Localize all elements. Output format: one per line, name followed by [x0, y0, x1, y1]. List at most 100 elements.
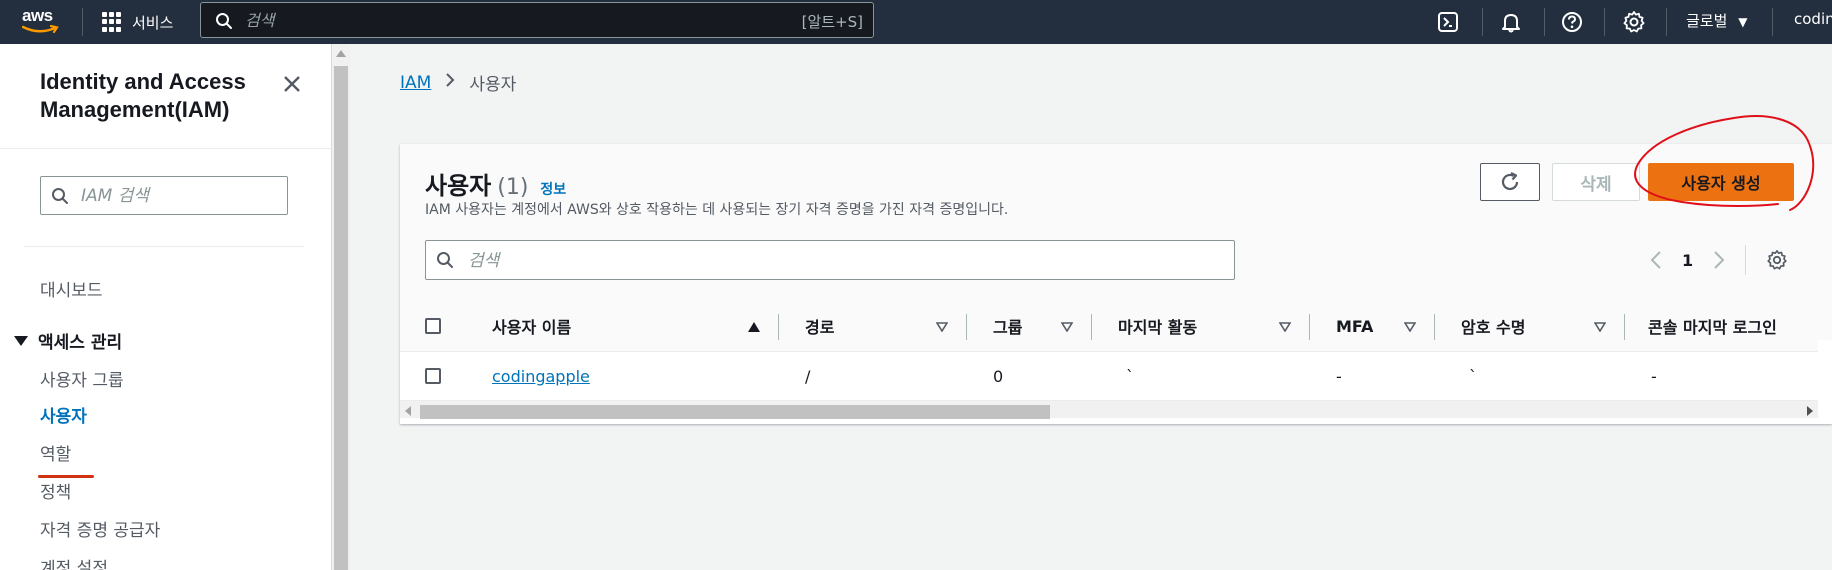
pager-divider [1745, 245, 1747, 275]
create-user-button[interactable]: 사용자 생성 [1648, 163, 1794, 201]
column-header-console-last-login[interactable]: 콘솔 마지막 로그인 [1648, 300, 1777, 352]
sidebar-scrollbar[interactable] [332, 44, 350, 570]
refresh-button[interactable] [1480, 163, 1540, 201]
chevron-right-icon [445, 72, 455, 93]
sidebar-item-policies[interactable]: 정책 [40, 478, 71, 503]
scrollbar-thumb[interactable] [334, 66, 348, 570]
panel-heading: 사용자 (1) 정보 [425, 166, 566, 201]
nav-divider [1772, 8, 1773, 36]
sidebar-divider [24, 246, 304, 247]
region-label: 글로벌 [1686, 12, 1728, 30]
pagination: 1 [1650, 244, 1788, 276]
password-age-cell: ` [1469, 366, 1477, 386]
nav-divider [1544, 8, 1545, 36]
table-row[interactable]: codingapple / 0 ` - ` - [400, 352, 1818, 400]
sort-icon[interactable] [1404, 322, 1416, 332]
nav-divider [82, 8, 83, 36]
caret-down-icon: ▼ [1738, 15, 1748, 29]
sort-icon[interactable] [936, 322, 948, 332]
nav-divider [1604, 8, 1605, 36]
bell-icon[interactable] [1497, 8, 1525, 36]
mfa-cell: - [1336, 366, 1342, 386]
path-cell: / [805, 366, 811, 386]
sidebar-search[interactable] [40, 176, 288, 215]
last-activity-cell: ` [1126, 366, 1134, 386]
scroll-up-icon[interactable] [336, 50, 346, 57]
sidebar-item-account-settings[interactable]: 계정 설정 [40, 554, 108, 570]
panel-title: 사용자 [425, 172, 492, 200]
page-number[interactable]: 1 [1682, 251, 1693, 270]
breadcrumb-current: 사용자 [469, 75, 517, 95]
sidebar-item-identity-providers[interactable]: 자격 증명 공급자 [40, 516, 160, 541]
column-divider[interactable] [1309, 314, 1310, 340]
info-link[interactable]: 정보 [540, 179, 566, 199]
column-header-password-age[interactable]: 암호 수명 [1461, 300, 1525, 352]
search-icon [216, 13, 232, 29]
aws-logo-text: aws [22, 6, 53, 25]
scroll-left-icon[interactable] [405, 406, 411, 416]
column-header-user-name[interactable]: 사용자 이름 [492, 300, 571, 352]
chevron-left-icon[interactable] [1650, 250, 1662, 270]
sidebar-item-roles[interactable]: 역할 [40, 440, 71, 465]
column-header-groups[interactable]: 그룹 [993, 300, 1022, 352]
close-icon[interactable] [282, 74, 302, 94]
aws-smile-icon [22, 25, 59, 34]
sidebar-divider [0, 148, 332, 149]
sidebar-title[interactable]: Identity and Access Management(IAM) [40, 68, 280, 124]
column-divider[interactable] [1624, 314, 1625, 340]
users-panel: 사용자 (1) 정보 IAM 사용자는 계정에서 AWS와 상호 작용하는 데 … [400, 144, 1832, 424]
account-menu[interactable]: codin [1794, 10, 1832, 28]
sort-icon[interactable] [1279, 322, 1291, 332]
search-shortcut: [알트+S] [801, 13, 863, 31]
grid-icon [102, 12, 122, 32]
scroll-right-icon[interactable] [1807, 406, 1813, 416]
refresh-icon [1501, 172, 1519, 191]
services-label: 서비스 [132, 13, 174, 32]
nav-divider [1482, 8, 1483, 36]
caret-down-icon [14, 335, 28, 346]
aws-logo[interactable]: aws [20, 6, 64, 36]
column-header-mfa[interactable]: MFA [1336, 300, 1373, 352]
cloudshell-icon[interactable] [1434, 8, 1462, 36]
help-icon[interactable] [1558, 8, 1586, 36]
table-header: 사용자 이름 경로 그룹 마지막 활동 MFA 암호 수명 콘솔 마지막 로그인 [400, 300, 1818, 352]
column-header-last-activity[interactable]: 마지막 활동 [1118, 300, 1197, 352]
column-divider[interactable] [1091, 314, 1092, 340]
groups-cell: 0 [993, 366, 1004, 386]
scrollbar-thumb[interactable] [420, 405, 1050, 419]
sidebar-search-input[interactable] [81, 184, 277, 208]
global-search-input[interactable] [245, 7, 765, 33]
user-name-link[interactable]: codingapple [492, 352, 590, 400]
column-divider[interactable] [966, 314, 967, 340]
gear-icon[interactable] [1620, 8, 1648, 36]
sidebar-section-label: 액세스 관리 [38, 333, 123, 353]
panel-description: IAM 사용자는 계정에서 AWS와 상호 작용하는 데 사용되는 장기 자격 … [425, 202, 1009, 218]
sort-icon[interactable] [1594, 322, 1606, 332]
sort-ascending-icon[interactable] [748, 322, 760, 332]
column-divider[interactable] [778, 314, 779, 340]
search-icon [437, 252, 453, 268]
chevron-right-icon[interactable] [1713, 250, 1725, 270]
sidebar-item-user-groups[interactable]: 사용자 그룹 [40, 366, 124, 391]
region-selector[interactable]: 글로벌 ▼ [1686, 10, 1747, 31]
top-navigation: aws 서비스 [알트+S] 글로벌 ▼ codin [0, 0, 1832, 44]
sidebar-item-users[interactable]: 사용자 [40, 402, 87, 427]
sidebar-item-dashboard[interactable]: 대시보드 [40, 276, 103, 301]
column-divider[interactable] [1434, 314, 1435, 340]
table-horizontal-scrollbar[interactable] [400, 400, 1818, 419]
table-search[interactable] [425, 240, 1235, 280]
sidebar-section-access-management[interactable]: 액세스 관리 [14, 328, 122, 353]
select-all-checkbox[interactable] [425, 318, 441, 334]
nav-divider [1666, 8, 1667, 36]
sort-icon[interactable] [1061, 322, 1073, 332]
table-search-input[interactable] [468, 249, 1208, 273]
column-header-path[interactable]: 경로 [805, 300, 834, 352]
breadcrumb: IAM 사용자 [400, 70, 517, 96]
global-search[interactable]: [알트+S] [200, 2, 874, 38]
sidebar: Identity and Access Management(IAM) 대시보드… [0, 44, 332, 570]
row-checkbox[interactable] [425, 368, 441, 384]
services-menu-button[interactable]: 서비스 [102, 8, 173, 36]
gear-icon[interactable] [1766, 249, 1788, 271]
delete-button[interactable]: 삭제 [1552, 163, 1640, 201]
breadcrumb-iam-link[interactable]: IAM [400, 73, 431, 93]
